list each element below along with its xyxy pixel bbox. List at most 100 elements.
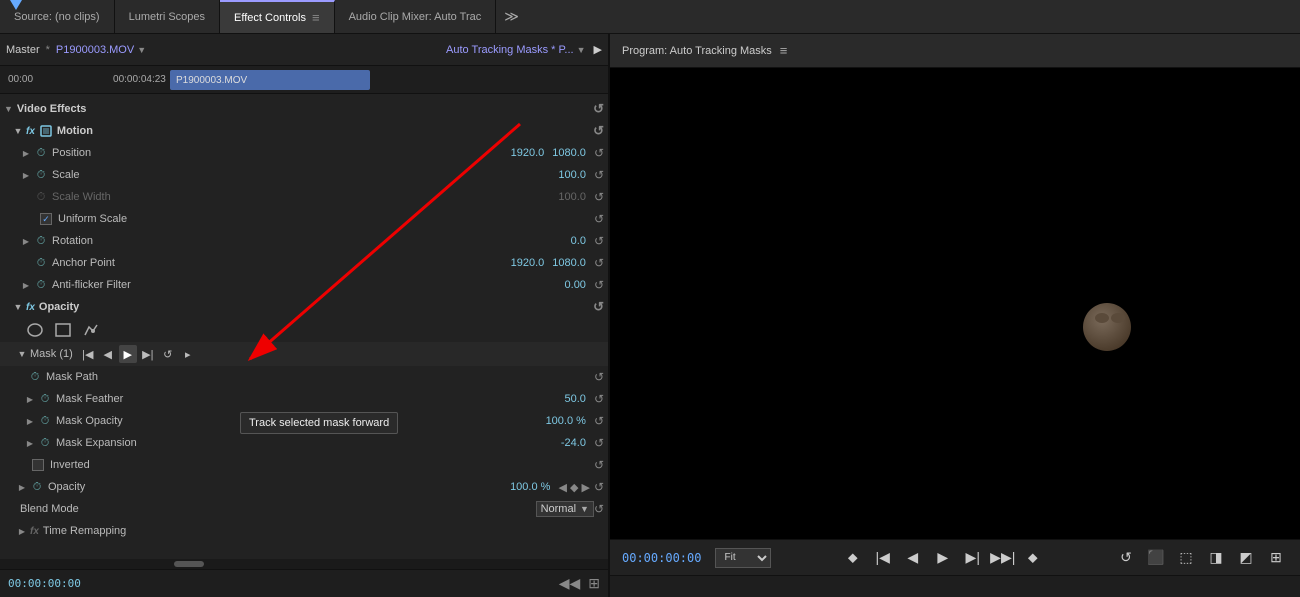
scale-val1[interactable]: 100.0	[558, 169, 586, 181]
mark-in-btn[interactable]: ⬥	[841, 546, 865, 570]
motion-toggle-icon[interactable]: ▼	[12, 125, 24, 137]
loop-btn[interactable]: ↺	[1114, 546, 1138, 570]
mask-opacity-stopwatch[interactable]: ⏱	[38, 414, 52, 428]
position-stopwatch[interactable]: ⏱	[34, 146, 48, 160]
mask-toggle-icon[interactable]: ▼	[16, 348, 28, 360]
mask-path-row[interactable]: ⏱ Mask Path ↺	[0, 366, 608, 388]
mask-reset-btn[interactable]: ↺	[159, 345, 177, 363]
mask-expansion-toggle[interactable]: ▶	[24, 437, 36, 449]
mask-path-reset[interactable]: ↺	[594, 370, 604, 384]
fit-select[interactable]: Fit 25% 50% 75% 100%	[715, 548, 771, 568]
opacity-prop-val[interactable]: 100.0 %	[510, 481, 550, 493]
mask-feather-reset[interactable]: ↺	[594, 392, 604, 406]
opacity-prop-reset[interactable]: ↺	[594, 480, 604, 494]
inverted-checkbox[interactable]	[32, 459, 44, 471]
mask-opacity-val[interactable]: 100.0 %	[546, 415, 586, 427]
program-menu-btn[interactable]: ≡	[780, 43, 788, 58]
mask-prev-btn[interactable]: ◀	[99, 345, 117, 363]
opacity-prop-stopwatch[interactable]: ⏱	[30, 480, 44, 494]
position-row[interactable]: ▶ ⏱ Position 1920.0 1080.0 ↺	[0, 142, 608, 164]
scale-width-reset[interactable]: ↺	[594, 190, 604, 204]
anti-flicker-reset[interactable]: ↺	[594, 278, 604, 292]
anti-flicker-toggle[interactable]: ▶	[20, 279, 32, 291]
scale-reset[interactable]: ↺	[594, 168, 604, 182]
anchor-reset[interactable]: ↺	[594, 256, 604, 270]
mask-expansion-val[interactable]: -24.0	[561, 437, 586, 449]
uniform-scale-reset[interactable]: ↺	[594, 212, 604, 226]
position-toggle[interactable]: ▶	[20, 147, 32, 159]
position-val1[interactable]: 1920.0	[511, 147, 545, 159]
mask-expansion-stopwatch[interactable]: ⏱	[38, 436, 52, 450]
pen-tool[interactable]	[80, 321, 102, 339]
mask-to-end-btn[interactable]: ▶|	[139, 345, 157, 363]
mask-opacity-row[interactable]: ▶ ⏱ Mask Opacity 100.0 % ↺	[0, 410, 608, 432]
opacity-toggle-icon[interactable]: ▼	[12, 301, 24, 313]
mark-out-btn[interactable]: ⬥	[1021, 546, 1045, 570]
mask-feather-stopwatch[interactable]: ⏱	[38, 392, 52, 406]
tracking-dropdown[interactable]: Auto Tracking Masks * P... ▼	[446, 44, 586, 56]
overwrite-btn[interactable]: ◩	[1234, 546, 1258, 570]
tab-options-icon[interactable]: ≡	[312, 10, 320, 25]
time-remap-toggle[interactable]: ▶	[16, 525, 28, 537]
scroll-track[interactable]	[0, 559, 608, 569]
scale-row[interactable]: ▶ ⏱ Scale 100.0 ↺	[0, 164, 608, 186]
mask-opacity-reset[interactable]: ↺	[594, 414, 604, 428]
opacity-prop-row[interactable]: ▶ ⏱ Opacity 100.0 % ◀ ◆ ▶ ↺	[0, 476, 608, 498]
motion-reset[interactable]: ↺	[593, 123, 604, 139]
inverted-reset[interactable]: ↺	[594, 458, 604, 472]
position-val2[interactable]: 1080.0	[552, 147, 586, 159]
rotation-reset[interactable]: ↺	[594, 234, 604, 248]
mask-expansion-row[interactable]: ▶ ⏱ Mask Expansion -24.0 ↺	[0, 432, 608, 454]
anchor-point-row[interactable]: ⏱ Anchor Point 1920.0 1080.0 ↺	[0, 252, 608, 274]
inverted-row[interactable]: Inverted ↺	[0, 454, 608, 476]
mask-header[interactable]: ▼ Mask (1) |◀ ◀ ▶ ▶| ↺ ▸	[0, 342, 608, 366]
rotation-row[interactable]: ▶ ⏱ Rotation 0.0 ↺	[0, 230, 608, 252]
mask-next-arr-btn[interactable]: ▸	[179, 345, 197, 363]
step-back-many-btn[interactable]: |◀	[871, 546, 895, 570]
rotation-val[interactable]: 0.0	[571, 235, 586, 247]
position-reset[interactable]: ↺	[594, 146, 604, 160]
rotation-toggle[interactable]: ▶	[20, 235, 32, 247]
rotation-stopwatch[interactable]: ⏱	[34, 234, 48, 248]
insert-btn[interactable]: ◨	[1204, 546, 1228, 570]
export-frame-btn[interactable]: ⊞	[1264, 546, 1288, 570]
blend-mode-reset[interactable]: ↺	[594, 502, 604, 516]
blend-mode-row[interactable]: Blend Mode Normal ▼ ↺	[0, 498, 608, 520]
bottom-export[interactable]: ⊞	[588, 575, 600, 592]
time-remapping-row[interactable]: ▶ fx Time Remapping	[0, 520, 608, 542]
mask-feather-row[interactable]: ▶ ⏱ Mask Feather 50.0 ↺	[0, 388, 608, 410]
anchor-val1[interactable]: 1920.0	[511, 257, 545, 269]
opacity-prop-toggle[interactable]: ▶	[16, 481, 28, 493]
tab-effect-controls[interactable]: Effect Controls ≡	[220, 0, 335, 33]
mask-expansion-reset[interactable]: ↺	[594, 436, 604, 450]
anti-flicker-stopwatch[interactable]: ⏱	[34, 278, 48, 292]
anchor-val2[interactable]: 1080.0	[552, 257, 586, 269]
mask-path-stopwatch[interactable]: ⏱	[28, 370, 42, 384]
motion-header[interactable]: ▼ fx Motion ↺	[0, 120, 608, 142]
scale-stopwatch[interactable]: ⏱	[34, 168, 48, 182]
bottom-scroll-left[interactable]: ◀◀	[559, 575, 581, 592]
mask-feather-toggle[interactable]: ▶	[24, 393, 36, 405]
extract-btn[interactable]: ⬚	[1174, 546, 1198, 570]
mask-feather-val[interactable]: 50.0	[565, 393, 586, 405]
step-fwd-many-btn[interactable]: ▶▶|	[991, 546, 1015, 570]
anti-flicker-row[interactable]: ▶ ⏱ Anti-flicker Filter 0.00 ↺	[0, 274, 608, 296]
mask-track-forward-btn[interactable]: ▶	[119, 345, 137, 363]
step-fwd-btn[interactable]: ▶|	[961, 546, 985, 570]
blend-mode-dropdown[interactable]: Normal ▼	[536, 501, 594, 517]
file-dropdown[interactable]: P1900003.MOV ▼	[56, 44, 146, 56]
play-btn[interactable]: ▶	[931, 546, 955, 570]
program-timeline-bar[interactable]	[610, 575, 1300, 597]
tab-more-icon[interactable]: ≫	[496, 8, 527, 25]
anchor-stopwatch[interactable]: ⏱	[34, 256, 48, 270]
uniform-scale-row[interactable]: Uniform Scale ↺	[0, 208, 608, 230]
rect-tool[interactable]	[52, 321, 74, 339]
timeline-clip[interactable]: P1900003.MOV	[170, 70, 370, 90]
step-back-btn[interactable]: ◀	[901, 546, 925, 570]
lift-btn[interactable]: ⬛	[1144, 546, 1168, 570]
mask-to-start-btn[interactable]: |◀	[79, 345, 97, 363]
uniform-scale-checkbox[interactable]	[40, 213, 52, 225]
scroll-thumb[interactable]	[174, 561, 204, 567]
tab-audio-clip[interactable]: Audio Clip Mixer: Auto Trac	[335, 0, 497, 33]
anchor-toggle[interactable]	[20, 257, 32, 269]
